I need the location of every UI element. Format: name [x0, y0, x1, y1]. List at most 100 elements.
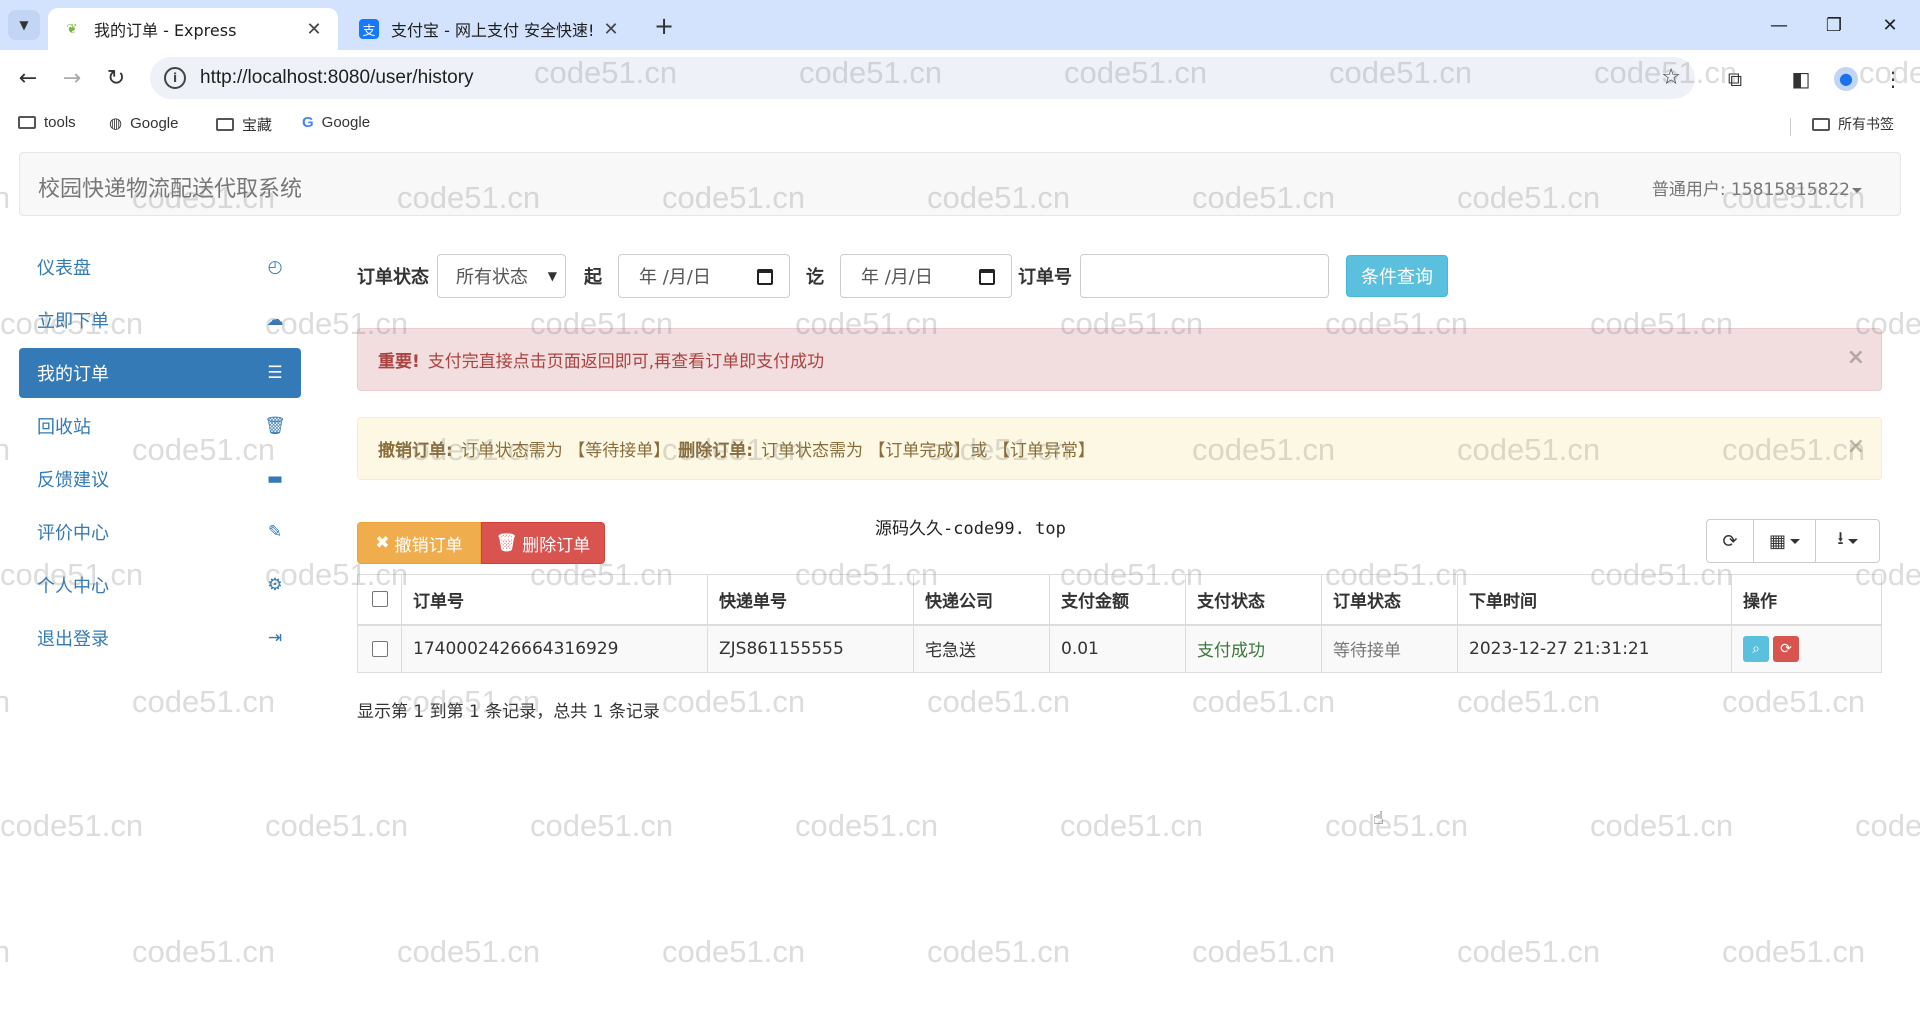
reload-button[interactable]: ↻: [100, 62, 132, 94]
close-icon[interactable]: ×: [1847, 345, 1865, 370]
sidebar-item-review[interactable]: 评价中心 ✎: [19, 507, 301, 557]
page-content: 校园快递物流配送代取系统 普通用户: 15815815822 仪表盘 ◴ 立即下…: [0, 144, 1920, 1030]
bookmarks-bar: tools ◍ Google 宝藏 G Google 所有书签: [0, 108, 1920, 144]
close-window-button[interactable]: ✕: [1876, 12, 1904, 38]
refresh-button[interactable]: ⟳: [1706, 519, 1754, 563]
trash-icon: 🗑: [264, 416, 286, 436]
refresh-icon: ⟳: [1722, 530, 1738, 552]
revoke-order-button[interactable]: ✖ 撤销订单: [357, 522, 481, 564]
col-tracking-no[interactable]: 快递单号: [707, 574, 914, 626]
col-order-no[interactable]: 订单号: [401, 574, 708, 626]
grid-icon: ▦: [1768, 530, 1786, 552]
sidebar-item-recycle-bin[interactable]: 回收站 🗑: [19, 401, 301, 451]
cell-order-time: 2023-12-27 21:31:21: [1457, 624, 1732, 673]
restore-button[interactable]: ❐: [1820, 12, 1848, 38]
brand-title[interactable]: 校园快递物流配送代取系统: [38, 171, 302, 203]
star-icon[interactable]: ☆: [1661, 65, 1681, 90]
sidebar-item-feedback[interactable]: 反馈建议 ▬: [19, 454, 301, 504]
repay-order-button[interactable]: ⟳: [1773, 635, 1799, 662]
profile-icon[interactable]: ●: [1831, 64, 1861, 94]
orders-table: 订单号 快递单号 快递公司 支付金额 支付状态 订单状态 下单时间 操作 174…: [357, 574, 1882, 673]
select-all-checkbox[interactable]: [371, 591, 388, 608]
cell-order-status: 等待接单: [1321, 624, 1458, 673]
tab-orders[interactable]: ❦ 我的订单 - Express ✕: [48, 8, 338, 50]
sidebar: 仪表盘 ◴ 立即下单 ☁ 我的订单 ☰ 回收站 🗑 反馈建议 ▬ 评价中心 ✎ …: [19, 242, 301, 666]
alert-delete-title: 删除订单:: [678, 441, 754, 461]
sidebar-item-logout[interactable]: 退出登录 ⇥: [19, 613, 301, 663]
new-tab-button[interactable]: +: [650, 12, 678, 40]
close-icon[interactable]: ✕: [304, 19, 324, 40]
folder-icon: [1812, 117, 1830, 131]
leaf-icon: ❦: [66, 21, 78, 37]
close-icon[interactable]: ×: [1847, 434, 1865, 459]
bookmark-tools[interactable]: tools: [18, 114, 76, 131]
browser-tab-bar: ▼ ❦ 我的订单 - Express ✕ 支 支付宝 - 网上支付 安全快速! …: [0, 0, 1920, 50]
close-icon[interactable]: ✕: [601, 19, 621, 40]
end-date-input[interactable]: 年 /月/日: [840, 254, 1012, 298]
forward-button[interactable]: →: [56, 62, 88, 94]
bookmark-label: 所有书签: [1838, 116, 1894, 132]
row-checkbox[interactable]: [371, 640, 388, 657]
tab-alipay[interactable]: 支 支付宝 - 网上支付 安全快速! ✕: [345, 8, 635, 50]
all-bookmarks[interactable]: 所有书签: [1812, 114, 1894, 134]
order-no-input[interactable]: [1080, 254, 1329, 298]
tab-title: 我的订单 - Express: [94, 21, 237, 40]
top-navbar: 校园快递物流配送代取系统 普通用户: 15815815822: [19, 152, 1901, 216]
minimize-button[interactable]: —: [1765, 12, 1793, 38]
cell-tracking-no: ZJS861155555: [707, 624, 914, 673]
columns-button[interactable]: ▦: [1754, 519, 1816, 563]
calendar-icon[interactable]: [757, 269, 773, 285]
bookmark-google[interactable]: ◍ Google: [109, 114, 178, 133]
table-tools: ⟳ ▦ ⭳: [1706, 519, 1880, 563]
back-button[interactable]: ←: [12, 62, 44, 94]
col-pay-status[interactable]: 支付状态: [1185, 574, 1322, 626]
refresh-icon: ⟳: [1780, 640, 1792, 657]
view-order-button[interactable]: ⌕: [1743, 635, 1769, 662]
edit-icon: ✎: [267, 522, 283, 542]
bookmark-treasure[interactable]: 宝藏: [216, 114, 272, 135]
col-courier[interactable]: 快递公司: [913, 574, 1050, 626]
search-button[interactable]: 条件查询: [1346, 255, 1448, 297]
sidebar-item-my-orders[interactable]: 我的订单 ☰: [19, 348, 301, 398]
address-bar[interactable]: i http://localhost:8080/user/history ☆: [150, 57, 1695, 99]
dashboard-icon: ◴: [267, 257, 283, 277]
gear-icon: ⚙: [267, 575, 283, 595]
pagination-info: 显示第 1 到第 1 条记录，总共 1 条记录: [357, 702, 660, 722]
alert-rules: 撤销订单: 订单状态需为 【等待接单】 删除订单: 订单状态需为 【订单完成】或…: [357, 417, 1882, 480]
cloud-upload-icon: ☁: [266, 310, 284, 330]
sidebar-item-profile[interactable]: 个人中心 ⚙: [19, 560, 301, 610]
filter-bar: 订单状态 所有状态 ▼ 起 年 /月/日 讫 年 /月/日 订单号 条件查询: [357, 253, 1448, 299]
export-button[interactable]: ⭳: [1816, 519, 1880, 563]
url-text: http://localhost:8080/user/history: [200, 67, 474, 88]
table-row: 1740002426664316929 ZJS861155555 宅急送 0.0…: [357, 624, 1882, 673]
end-date-value: 年 /月/日: [861, 267, 933, 288]
extensions-icon[interactable]: ⧉: [1720, 64, 1750, 94]
col-order-time[interactable]: 下单时间: [1457, 574, 1732, 626]
user-dropdown[interactable]: 普通用户: 15815815822: [1652, 175, 1862, 200]
site-info-icon[interactable]: i: [164, 67, 186, 89]
source-credit-text: 源码久久-code99. top: [875, 519, 1066, 539]
sidebar-item-label: 个人中心: [37, 576, 109, 597]
status-select[interactable]: 所有状态 ▼: [437, 254, 566, 298]
sidebar-item-new-order[interactable]: 立即下单 ☁: [19, 295, 301, 345]
col-order-status[interactable]: 订单状态: [1321, 574, 1458, 626]
chevron-down-icon: ▼: [19, 18, 29, 32]
chevron-down-icon: ▼: [547, 269, 557, 283]
more-menu-icon[interactable]: ⋮: [1878, 64, 1908, 94]
col-amount[interactable]: 支付金额: [1049, 574, 1186, 626]
alipay-icon: 支: [359, 19, 379, 39]
delete-order-button[interactable]: 🗑 删除订单: [481, 522, 605, 564]
calendar-icon[interactable]: [979, 269, 995, 285]
sidebar-item-label: 我的订单: [37, 364, 109, 385]
alert-title: 重要!: [378, 352, 420, 372]
sidebar-item-label: 评价中心: [37, 523, 109, 544]
times-icon: ✖: [375, 533, 390, 553]
start-date-input[interactable]: 年 /月/日: [618, 254, 790, 298]
bookmark-google-2[interactable]: G Google: [302, 114, 370, 131]
search-icon: ⌕: [1752, 640, 1760, 657]
trash-icon: 🗑: [495, 533, 518, 553]
list-icon: ☰: [267, 363, 283, 383]
sidebar-item-dashboard[interactable]: 仪表盘 ◴: [19, 242, 301, 292]
tab-search-button[interactable]: ▼: [8, 10, 40, 40]
side-panel-icon[interactable]: ◧: [1786, 64, 1816, 94]
